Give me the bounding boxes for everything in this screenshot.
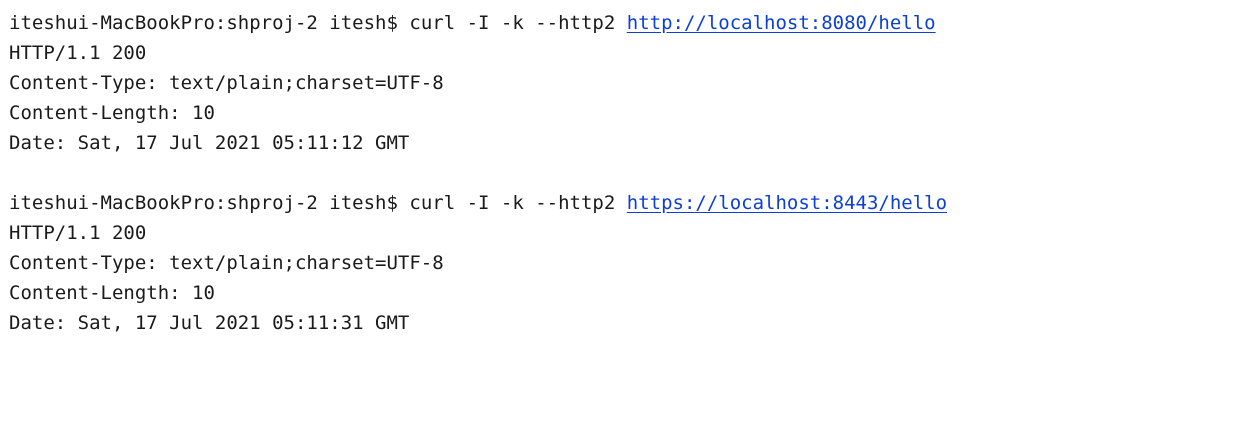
response-content-length: Content-Length: 10	[9, 102, 215, 124]
url-link[interactable]: http://localhost:8080/hello	[627, 12, 936, 34]
response-content-type: Content-Type: text/plain;charset=UTF-8	[9, 72, 444, 94]
command-block-http: iteshui-MacBookPro:shproj-2 itesh$ curl …	[9, 8, 1240, 158]
response-status: HTTP/1.1 200	[9, 222, 147, 244]
shell-prompt: iteshui-MacBookPro:shproj-2 itesh$	[9, 192, 398, 214]
response-content-length: Content-Length: 10	[9, 282, 215, 304]
response-date: Date: Sat, 17 Jul 2021 05:11:12 GMT	[9, 132, 410, 154]
response-content-type: Content-Type: text/plain;charset=UTF-8	[9, 252, 444, 274]
command-text: curl -I -k --http2	[409, 192, 616, 214]
command-line[interactable]: iteshui-MacBookPro:shproj-2 itesh$ curl …	[9, 188, 1240, 218]
terminal-output: iteshui-MacBookPro:shproj-2 itesh$ curl …	[0, 0, 1240, 428]
command-text: curl -I -k --http2	[409, 12, 616, 34]
shell-prompt: iteshui-MacBookPro:shproj-2 itesh$	[9, 12, 398, 34]
url-link[interactable]: https://localhost:8443/hello	[627, 192, 947, 214]
command-block-https: iteshui-MacBookPro:shproj-2 itesh$ curl …	[9, 188, 1240, 338]
response-date: Date: Sat, 17 Jul 2021 05:11:31 GMT	[9, 312, 410, 334]
command-line[interactable]: iteshui-MacBookPro:shproj-2 itesh$ curl …	[9, 8, 1240, 38]
response-status: HTTP/1.1 200	[9, 42, 147, 64]
